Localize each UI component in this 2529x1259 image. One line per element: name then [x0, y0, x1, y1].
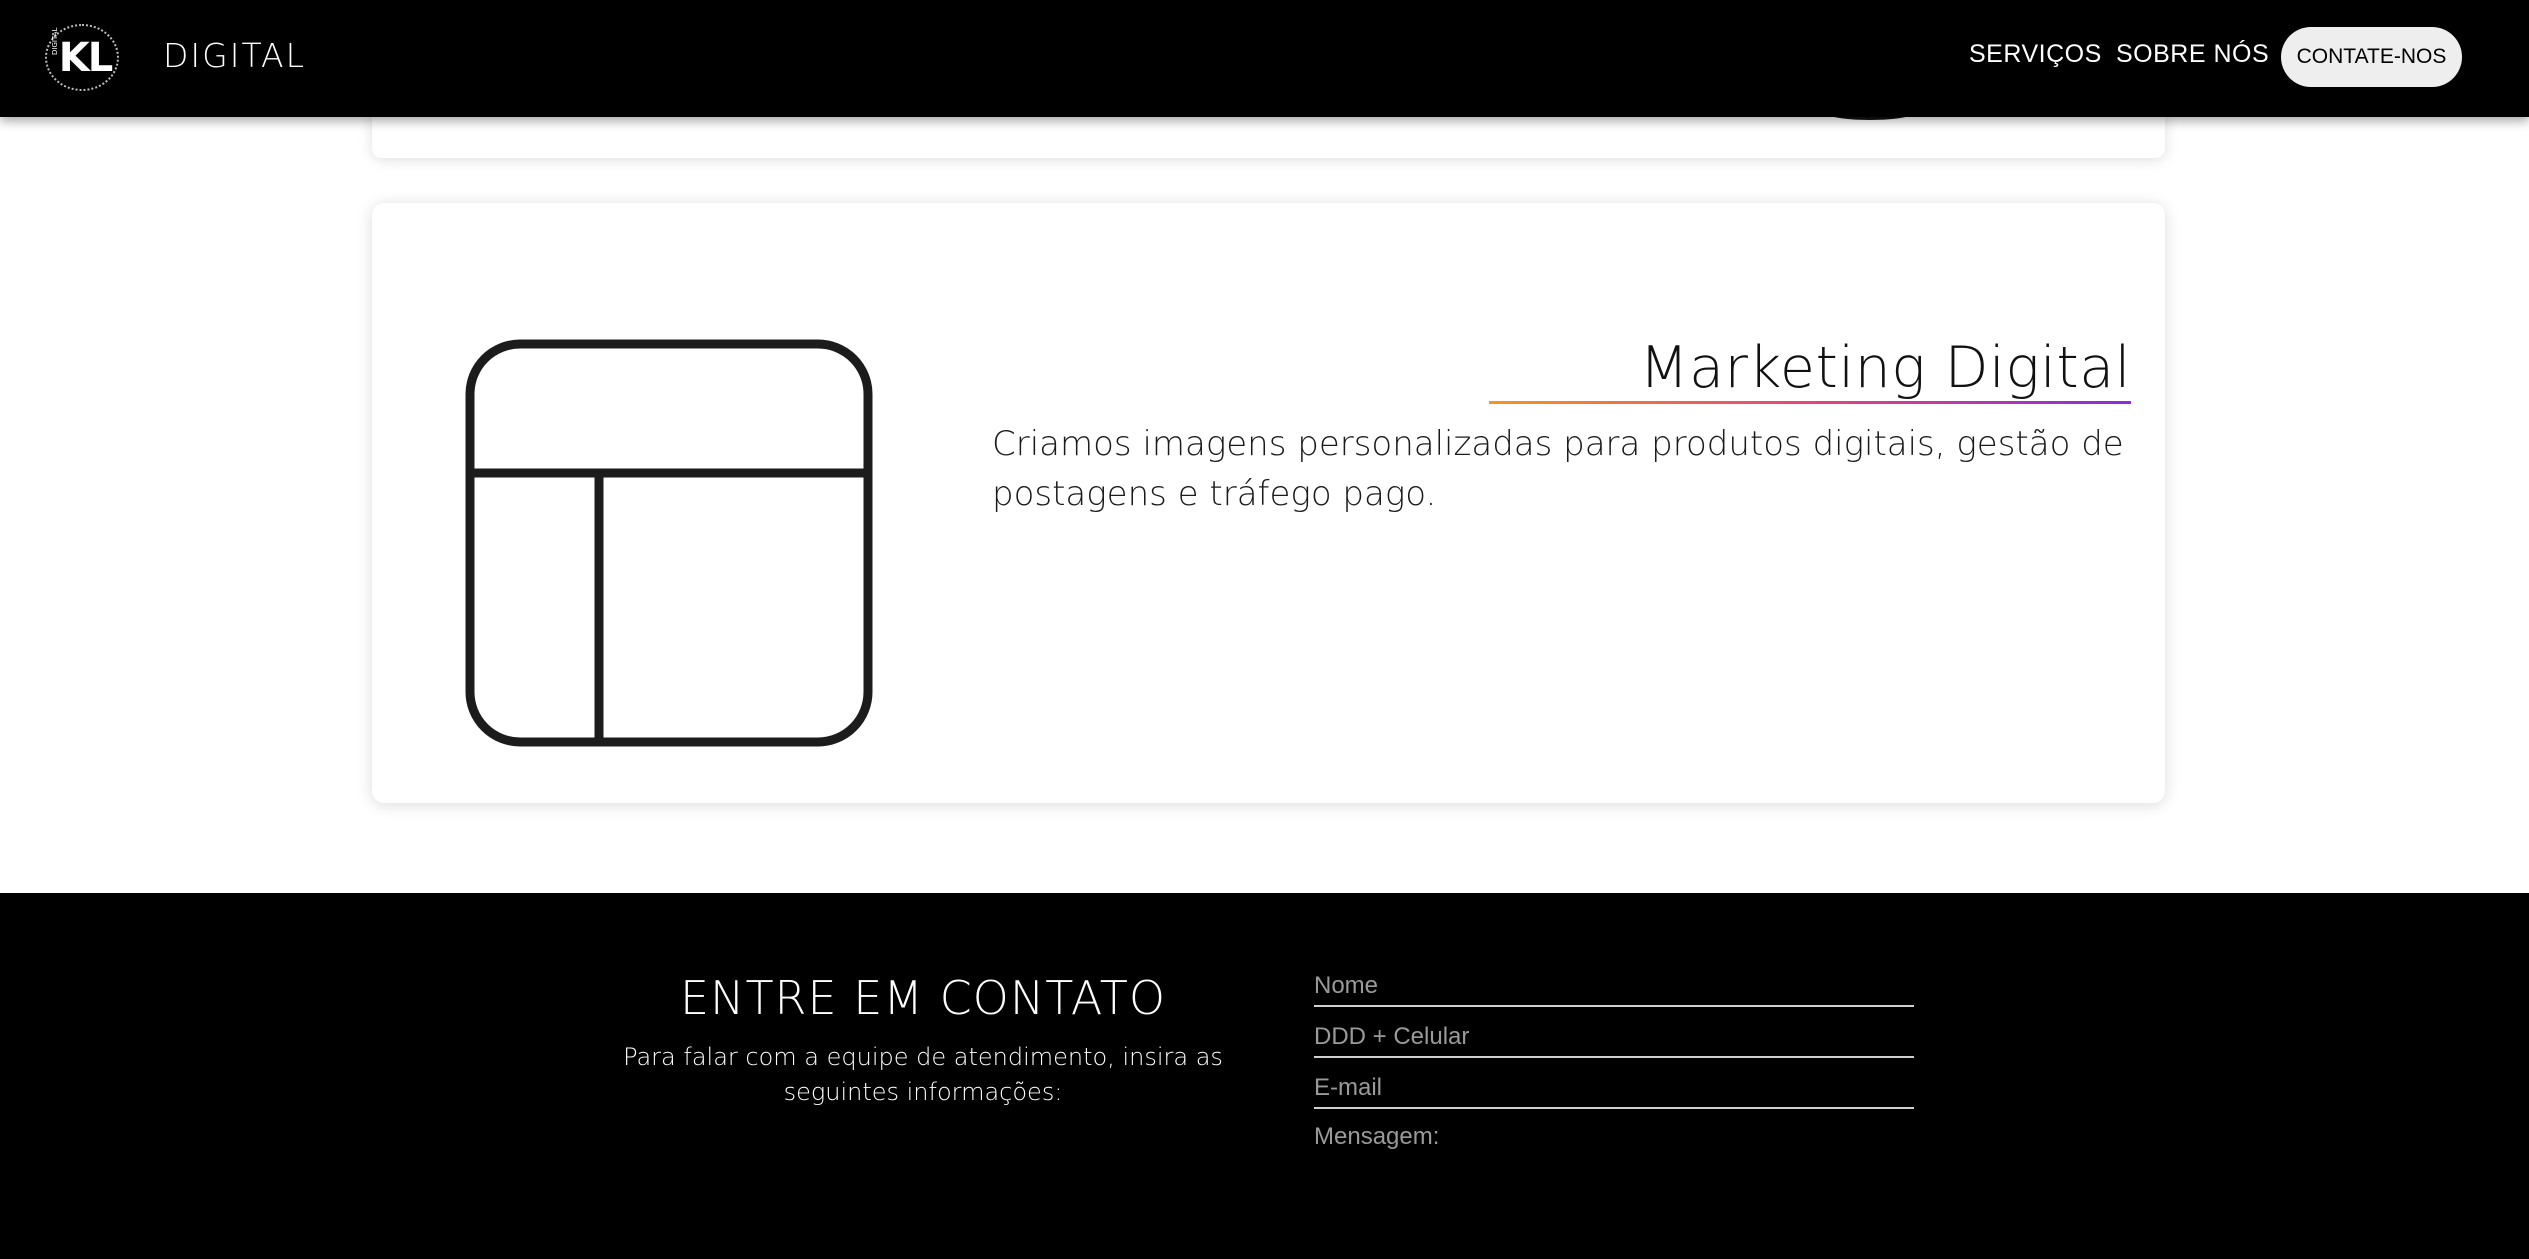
contact-subtitle: Para falar com a equipe de atendimento, …: [623, 1043, 1223, 1106]
brand-text[interactable]: DIGITAL: [163, 36, 306, 75]
nav-servicos[interactable]: SERVIÇOS: [1969, 40, 2102, 69]
email-field[interactable]: [1314, 1065, 1914, 1109]
contact-footer: ENTRE EM CONTATO Para falar com a equipe…: [0, 893, 2529, 1259]
title-underline: [1489, 401, 2131, 404]
phone-field[interactable]: [1314, 1014, 1914, 1058]
service-card: Marketing Digital Criamos imagens person…: [372, 203, 2165, 803]
message-label[interactable]: Mensagem:: [1314, 1123, 1439, 1151]
nav-sobre-nos[interactable]: SOBRE NÓS: [2116, 40, 2269, 69]
contact-button[interactable]: CONTATE-NOS: [2281, 27, 2462, 87]
contact-title: ENTRE EM CONTATO: [679, 971, 1167, 1025]
service-title: Marketing Digital: [1639, 335, 2131, 401]
logo-mark: KL: [58, 34, 114, 81]
logo-small-text: DIGITAL: [51, 27, 59, 55]
site-header: DIGITAL KL DIGITAL SERVIÇOS SOBRE NÓS CO…: [0, 0, 2529, 117]
layout-icon: [465, 339, 873, 747]
logo-icon[interactable]: DIGITAL KL: [45, 24, 119, 91]
service-description: Criamos imagens personalizadas para prod…: [992, 424, 2124, 514]
name-field[interactable]: [1314, 963, 1914, 1007]
